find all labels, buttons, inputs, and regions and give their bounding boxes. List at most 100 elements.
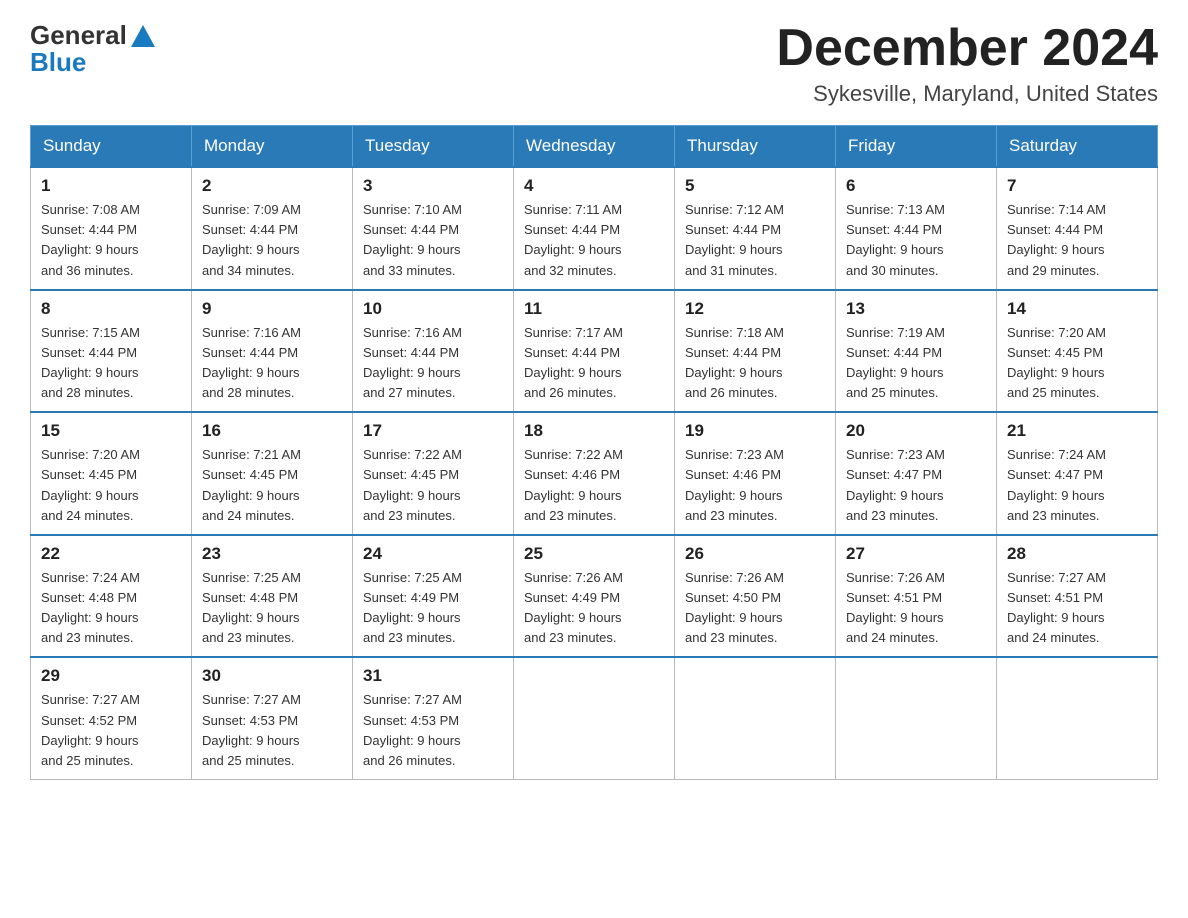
- day-info: Sunrise: 7:16 AMSunset: 4:44 PMDaylight:…: [202, 323, 342, 404]
- empty-cell: [997, 657, 1158, 779]
- day-number: 6: [846, 176, 986, 196]
- day-number: 26: [685, 544, 825, 564]
- day-number: 24: [363, 544, 503, 564]
- day-number: 5: [685, 176, 825, 196]
- weekday-header-monday: Monday: [192, 126, 353, 168]
- day-info: Sunrise: 7:27 AMSunset: 4:53 PMDaylight:…: [363, 690, 503, 771]
- day-info: Sunrise: 7:26 AMSunset: 4:49 PMDaylight:…: [524, 568, 664, 649]
- logo-blue: Blue: [30, 47, 86, 78]
- day-number: 12: [685, 299, 825, 319]
- day-number: 8: [41, 299, 181, 319]
- day-cell-10: 10 Sunrise: 7:16 AMSunset: 4:44 PMDayligh…: [353, 290, 514, 413]
- calendar-table: SundayMondayTuesdayWednesdayThursdayFrid…: [30, 125, 1158, 780]
- day-info: Sunrise: 7:26 AMSunset: 4:50 PMDaylight:…: [685, 568, 825, 649]
- day-info: Sunrise: 7:20 AMSunset: 4:45 PMDaylight:…: [41, 445, 181, 526]
- day-number: 25: [524, 544, 664, 564]
- day-info: Sunrise: 7:23 AMSunset: 4:47 PMDaylight:…: [846, 445, 986, 526]
- day-number: 15: [41, 421, 181, 441]
- day-number: 18: [524, 421, 664, 441]
- day-number: 31: [363, 666, 503, 686]
- day-number: 4: [524, 176, 664, 196]
- day-number: 10: [363, 299, 503, 319]
- weekday-header-thursday: Thursday: [675, 126, 836, 168]
- day-info: Sunrise: 7:22 AMSunset: 4:46 PMDaylight:…: [524, 445, 664, 526]
- day-info: Sunrise: 7:12 AMSunset: 4:44 PMDaylight:…: [685, 200, 825, 281]
- day-cell-28: 28 Sunrise: 7:27 AMSunset: 4:51 PMDayligh…: [997, 535, 1158, 658]
- day-number: 30: [202, 666, 342, 686]
- day-cell-16: 16 Sunrise: 7:21 AMSunset: 4:45 PMDayligh…: [192, 412, 353, 535]
- title-area: December 2024 Sykesville, Maryland, Unit…: [776, 20, 1158, 107]
- day-cell-21: 21 Sunrise: 7:24 AMSunset: 4:47 PMDayligh…: [997, 412, 1158, 535]
- day-cell-3: 3Sunrise: 7:10 AMSunset: 4:44 PMDaylight…: [353, 167, 514, 290]
- day-info: Sunrise: 7:24 AMSunset: 4:47 PMDaylight:…: [1007, 445, 1147, 526]
- day-number: 20: [846, 421, 986, 441]
- day-number: 17: [363, 421, 503, 441]
- day-info: Sunrise: 7:13 AMSunset: 4:44 PMDaylight:…: [846, 200, 986, 281]
- empty-cell: [836, 657, 997, 779]
- day-info: Sunrise: 7:19 AMSunset: 4:44 PMDaylight:…: [846, 323, 986, 404]
- week-row-5: 29 Sunrise: 7:27 AMSunset: 4:52 PMDayligh…: [31, 657, 1158, 779]
- day-cell-2: 2Sunrise: 7:09 AMSunset: 4:44 PMDaylight…: [192, 167, 353, 290]
- day-info: Sunrise: 7:15 AMSunset: 4:44 PMDaylight:…: [41, 323, 181, 404]
- day-info: Sunrise: 7:24 AMSunset: 4:48 PMDaylight:…: [41, 568, 181, 649]
- day-number: 28: [1007, 544, 1147, 564]
- day-info: Sunrise: 7:09 AMSunset: 4:44 PMDaylight:…: [202, 200, 342, 281]
- week-row-3: 15 Sunrise: 7:20 AMSunset: 4:45 PMDayligh…: [31, 412, 1158, 535]
- day-cell-30: 30Sunrise: 7:27 AMSunset: 4:53 PMDayligh…: [192, 657, 353, 779]
- day-info: Sunrise: 7:23 AMSunset: 4:46 PMDaylight:…: [685, 445, 825, 526]
- day-cell-14: 14Sunrise: 7:20 AMSunset: 4:45 PMDayligh…: [997, 290, 1158, 413]
- day-cell-13: 13 Sunrise: 7:19 AMSunset: 4:44 PMDayligh…: [836, 290, 997, 413]
- day-number: 29: [41, 666, 181, 686]
- day-cell-22: 22 Sunrise: 7:24 AMSunset: 4:48 PMDayligh…: [31, 535, 192, 658]
- header: General Blue December 2024 Sykesville, M…: [30, 20, 1158, 107]
- weekday-header-sunday: Sunday: [31, 126, 192, 168]
- day-info: Sunrise: 7:21 AMSunset: 4:45 PMDaylight:…: [202, 445, 342, 526]
- day-cell-6: 6 Sunrise: 7:13 AMSunset: 4:44 PMDaylight…: [836, 167, 997, 290]
- day-cell-24: 24 Sunrise: 7:25 AMSunset: 4:49 PMDayligh…: [353, 535, 514, 658]
- day-info: Sunrise: 7:27 AMSunset: 4:52 PMDaylight:…: [41, 690, 181, 771]
- day-number: 27: [846, 544, 986, 564]
- day-number: 21: [1007, 421, 1147, 441]
- day-info: Sunrise: 7:27 AMSunset: 4:51 PMDaylight:…: [1007, 568, 1147, 649]
- day-cell-23: 23Sunrise: 7:25 AMSunset: 4:48 PMDayligh…: [192, 535, 353, 658]
- day-number: 1: [41, 176, 181, 196]
- weekday-header-tuesday: Tuesday: [353, 126, 514, 168]
- day-number: 22: [41, 544, 181, 564]
- day-number: 9: [202, 299, 342, 319]
- day-info: Sunrise: 7:25 AMSunset: 4:49 PMDaylight:…: [363, 568, 503, 649]
- day-info: Sunrise: 7:22 AMSunset: 4:45 PMDaylight:…: [363, 445, 503, 526]
- day-info: Sunrise: 7:17 AMSunset: 4:44 PMDaylight:…: [524, 323, 664, 404]
- day-info: Sunrise: 7:16 AMSunset: 4:44 PMDaylight:…: [363, 323, 503, 404]
- weekday-header-saturday: Saturday: [997, 126, 1158, 168]
- day-cell-5: 5 Sunrise: 7:12 AMSunset: 4:44 PMDaylight…: [675, 167, 836, 290]
- day-cell-8: 8 Sunrise: 7:15 AMSunset: 4:44 PMDaylight…: [31, 290, 192, 413]
- month-title: December 2024: [776, 20, 1158, 77]
- week-row-1: 1 Sunrise: 7:08 AMSunset: 4:44 PMDaylight…: [31, 167, 1158, 290]
- day-number: 3: [363, 176, 503, 196]
- day-cell-1: 1 Sunrise: 7:08 AMSunset: 4:44 PMDaylight…: [31, 167, 192, 290]
- day-number: 23: [202, 544, 342, 564]
- week-row-2: 8 Sunrise: 7:15 AMSunset: 4:44 PMDaylight…: [31, 290, 1158, 413]
- day-cell-17: 17 Sunrise: 7:22 AMSunset: 4:45 PMDayligh…: [353, 412, 514, 535]
- day-info: Sunrise: 7:20 AMSunset: 4:45 PMDaylight:…: [1007, 323, 1147, 404]
- day-cell-27: 27Sunrise: 7:26 AMSunset: 4:51 PMDayligh…: [836, 535, 997, 658]
- day-info: Sunrise: 7:14 AMSunset: 4:44 PMDaylight:…: [1007, 200, 1147, 281]
- day-number: 11: [524, 299, 664, 319]
- logo: General Blue: [30, 20, 157, 78]
- day-cell-19: 19Sunrise: 7:23 AMSunset: 4:46 PMDayligh…: [675, 412, 836, 535]
- day-cell-4: 4Sunrise: 7:11 AMSunset: 4:44 PMDaylight…: [514, 167, 675, 290]
- day-cell-12: 12 Sunrise: 7:18 AMSunset: 4:44 PMDayligh…: [675, 290, 836, 413]
- day-cell-26: 26 Sunrise: 7:26 AMSunset: 4:50 PMDayligh…: [675, 535, 836, 658]
- day-number: 16: [202, 421, 342, 441]
- day-info: Sunrise: 7:08 AMSunset: 4:44 PMDaylight:…: [41, 200, 181, 281]
- day-info: Sunrise: 7:18 AMSunset: 4:44 PMDaylight:…: [685, 323, 825, 404]
- day-cell-7: 7Sunrise: 7:14 AMSunset: 4:44 PMDaylight…: [997, 167, 1158, 290]
- empty-cell: [675, 657, 836, 779]
- weekday-header-wednesday: Wednesday: [514, 126, 675, 168]
- day-cell-11: 11 Sunrise: 7:17 AMSunset: 4:44 PMDayligh…: [514, 290, 675, 413]
- day-number: 13: [846, 299, 986, 319]
- empty-cell: [514, 657, 675, 779]
- weekday-header-friday: Friday: [836, 126, 997, 168]
- day-cell-31: 31 Sunrise: 7:27 AMSunset: 4:53 PMDayligh…: [353, 657, 514, 779]
- day-cell-18: 18 Sunrise: 7:22 AMSunset: 4:46 PMDayligh…: [514, 412, 675, 535]
